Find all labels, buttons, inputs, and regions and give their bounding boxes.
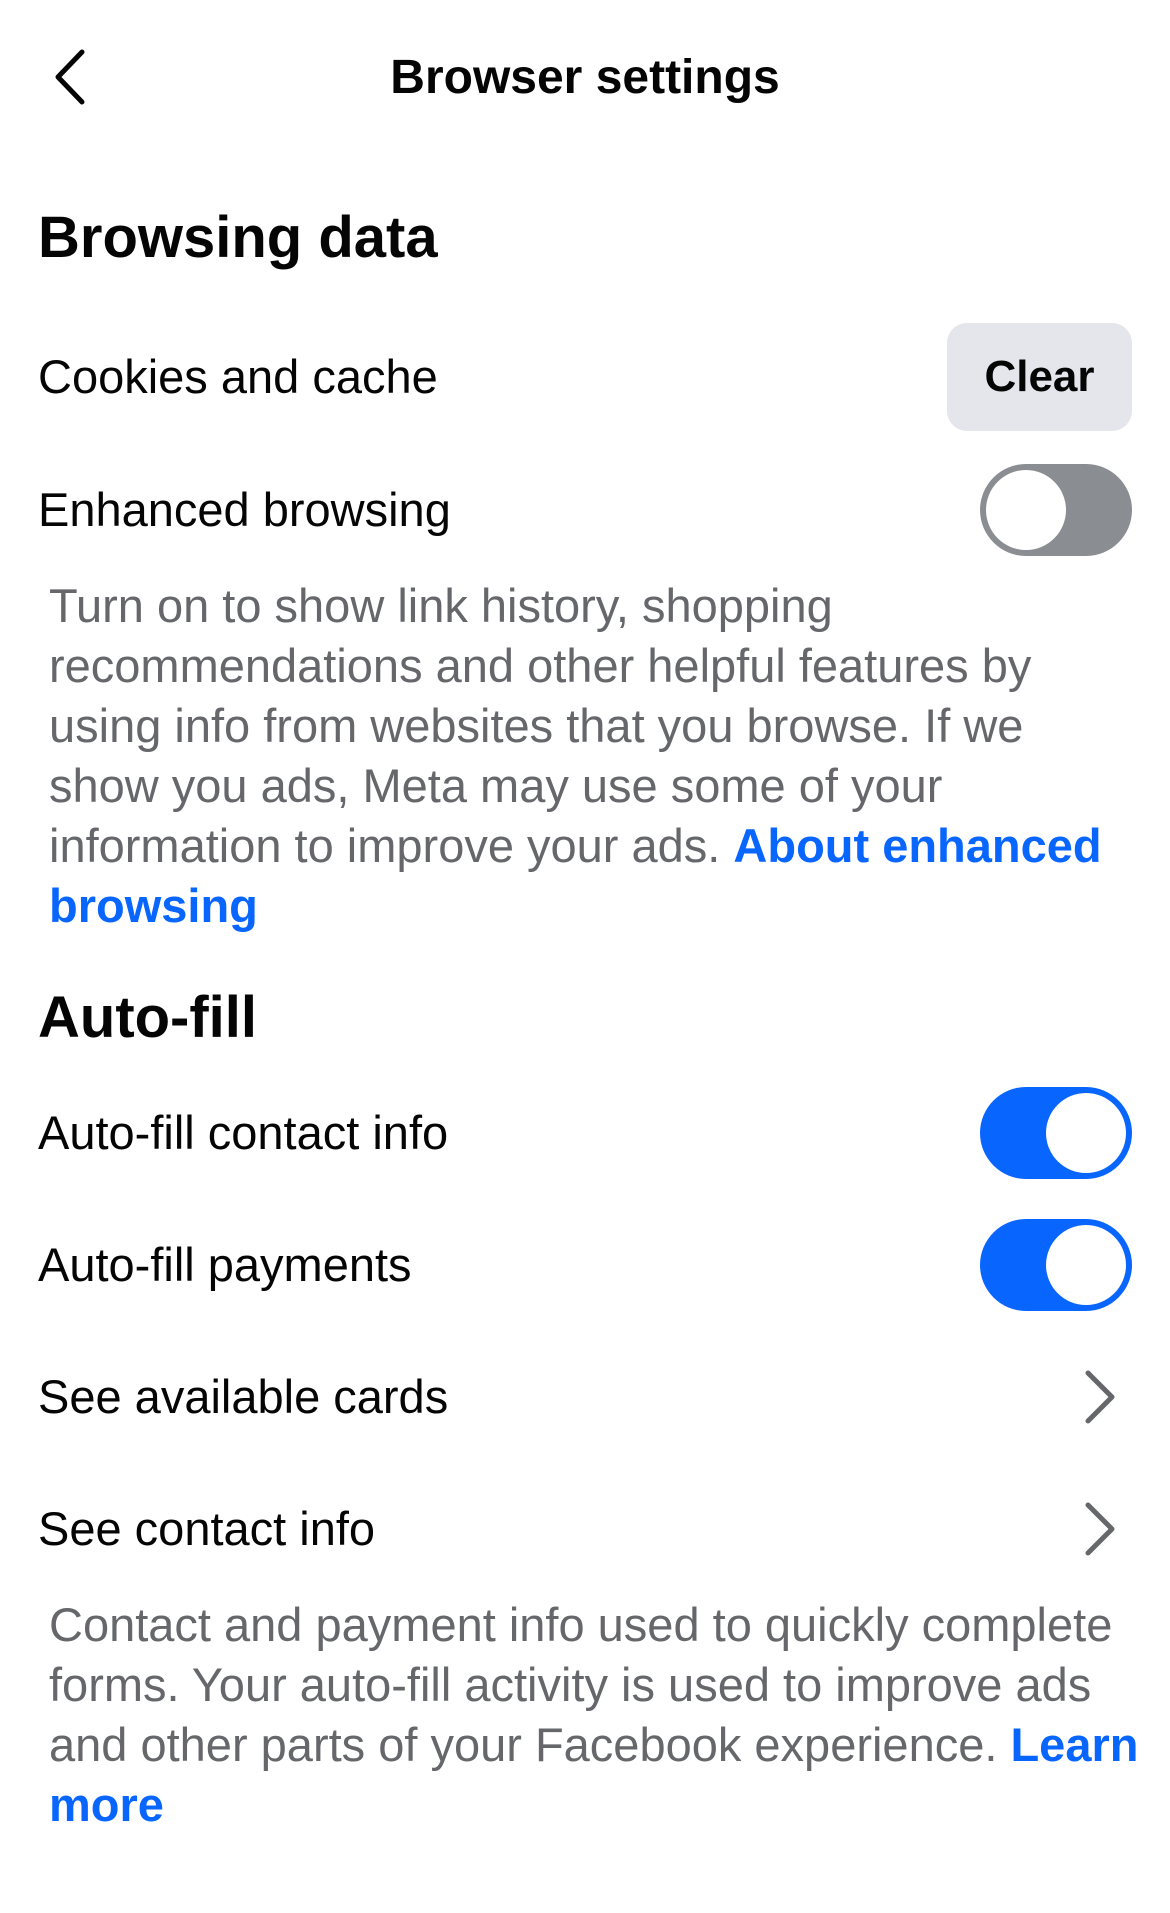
enhanced-browsing-row: Enhanced browsing: [0, 455, 1170, 565]
toggle-knob: [986, 470, 1066, 550]
auto-fill-payments-row: Auto-fill payments: [0, 1210, 1170, 1320]
top-bar: Browser settings: [0, 0, 1170, 160]
auto-fill-description-text: Contact and payment info used to quickly…: [49, 1598, 1113, 1771]
see-available-cards-label: See available cards: [38, 1370, 449, 1423]
enhanced-browsing-description: Turn on to show link history, shopping r…: [49, 576, 1139, 936]
auto-fill-payments-toggle[interactable]: [980, 1219, 1132, 1311]
toggle-knob: [1046, 1225, 1126, 1305]
toggle-knob: [1046, 1093, 1126, 1173]
chevron-right-icon: [1070, 1494, 1130, 1564]
auto-fill-contact-toggle[interactable]: [980, 1087, 1132, 1179]
see-contact-info-row[interactable]: See contact info: [0, 1474, 1170, 1584]
chevron-right-icon: [1070, 1362, 1130, 1432]
browsing-data-heading: Browsing data: [38, 205, 438, 270]
auto-fill-contact-row: Auto-fill contact info: [0, 1078, 1170, 1188]
auto-fill-contact-label: Auto-fill contact info: [38, 1106, 449, 1159]
cookies-and-cache-label: Cookies and cache: [38, 350, 438, 403]
see-contact-info-label: See contact info: [38, 1502, 376, 1555]
page-title: Browser settings: [390, 51, 780, 104]
cookies-and-cache-row: Cookies and cache Clear: [0, 322, 1170, 432]
clear-button[interactable]: Clear: [947, 323, 1132, 431]
see-available-cards-row[interactable]: See available cards: [0, 1342, 1170, 1452]
enhanced-browsing-label: Enhanced browsing: [38, 483, 451, 536]
auto-fill-heading: Auto-fill: [38, 985, 258, 1050]
enhanced-browsing-toggle[interactable]: [980, 464, 1132, 556]
auto-fill-description: Contact and payment info used to quickly…: [49, 1595, 1139, 1835]
auto-fill-payments-label: Auto-fill payments: [38, 1238, 412, 1291]
